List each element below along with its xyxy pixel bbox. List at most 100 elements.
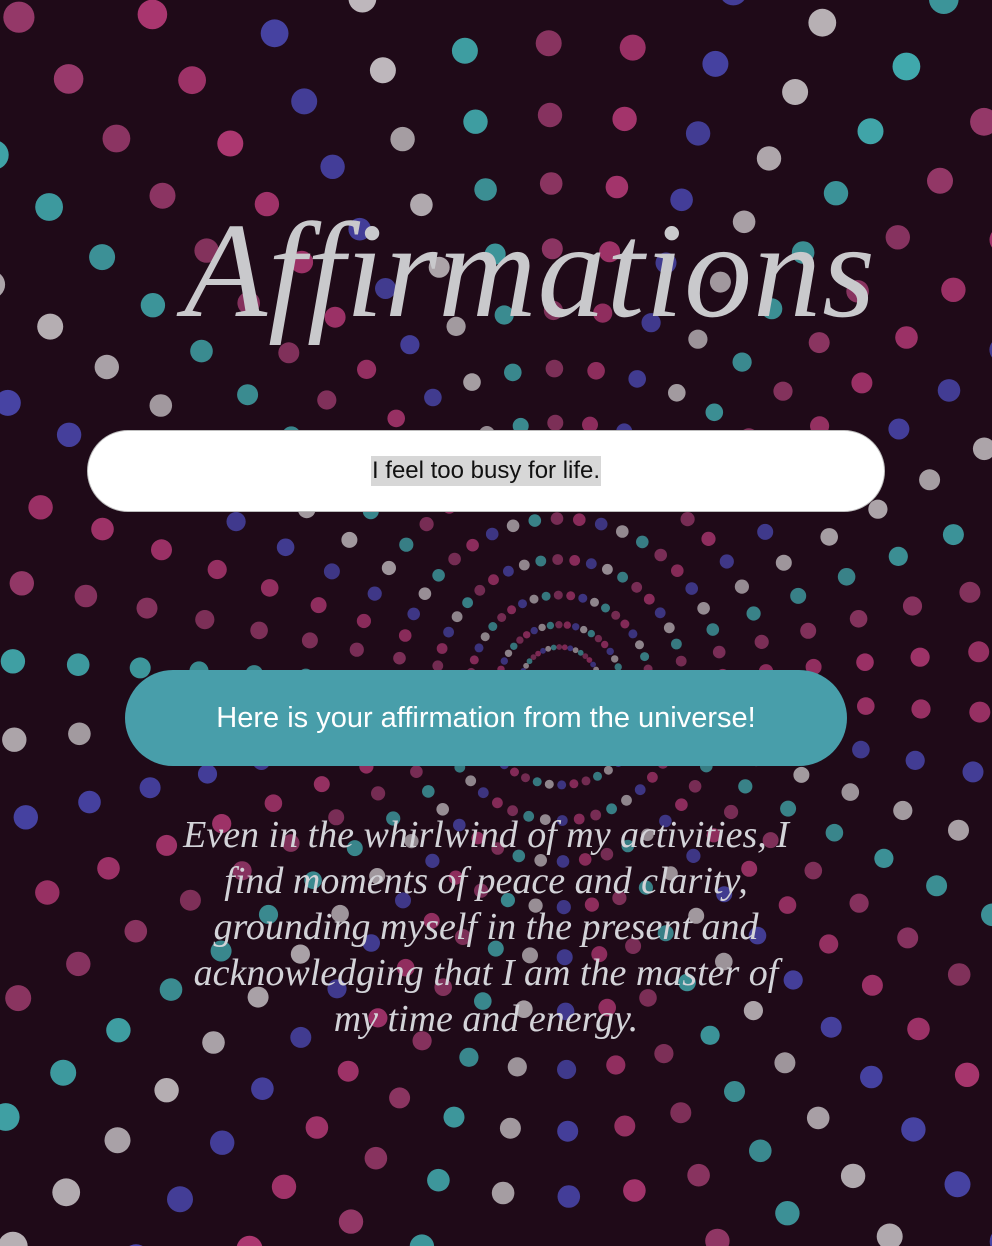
background-dot xyxy=(207,559,227,580)
background-dot xyxy=(734,579,750,594)
feeling-input[interactable]: I feel too busy for life. xyxy=(87,430,885,512)
background-dot xyxy=(535,650,541,657)
background-dot xyxy=(617,571,628,583)
background-dot xyxy=(573,513,586,526)
background-dot xyxy=(348,0,377,13)
background-dot xyxy=(970,107,992,136)
background-dot xyxy=(56,422,82,447)
background-dot xyxy=(841,783,860,801)
background-dot xyxy=(521,773,530,783)
background-dot xyxy=(28,495,53,520)
background-dot xyxy=(364,1146,388,1170)
background-dot xyxy=(276,538,295,557)
background-dot xyxy=(606,647,614,656)
background-dot xyxy=(291,88,318,115)
background-dot xyxy=(569,779,579,789)
background-dot xyxy=(151,539,172,561)
background-dot xyxy=(349,642,364,657)
background-dot xyxy=(969,701,991,723)
page-title: Affirmations xyxy=(183,196,877,346)
background-dot xyxy=(611,610,621,620)
background-dot xyxy=(852,740,870,759)
background-dot xyxy=(313,776,330,793)
background-dot xyxy=(671,564,684,577)
background-dot xyxy=(897,927,919,949)
background-dot xyxy=(443,626,454,638)
background-dot xyxy=(603,765,613,775)
background-dot xyxy=(697,602,710,615)
background-dot xyxy=(94,354,120,380)
background-dot xyxy=(654,607,666,619)
background-dot xyxy=(66,653,90,676)
background-dot xyxy=(888,546,908,567)
background-dot xyxy=(409,1234,435,1246)
background-dot xyxy=(944,1171,971,1198)
background-dot xyxy=(819,934,839,954)
background-dot xyxy=(820,528,838,546)
background-dot xyxy=(301,632,318,649)
background-dot xyxy=(614,1115,636,1137)
background-dot xyxy=(671,638,682,650)
background-dot xyxy=(393,651,406,665)
background-dot xyxy=(451,37,478,64)
background-dot xyxy=(545,645,552,652)
background-dot xyxy=(53,64,84,94)
background-dot xyxy=(557,1185,581,1208)
background-dot xyxy=(793,766,810,783)
background-dot xyxy=(0,1103,20,1131)
background-dot xyxy=(590,597,599,607)
background-dot xyxy=(860,1065,883,1089)
background-dot xyxy=(535,30,562,57)
background-dot xyxy=(337,1060,359,1082)
background-dot xyxy=(754,634,769,650)
background-dot xyxy=(910,647,930,667)
background-dot xyxy=(907,1017,930,1041)
background-dot xyxy=(775,1201,800,1226)
background-dot xyxy=(539,172,563,195)
background-dot xyxy=(580,625,588,634)
background-dot xyxy=(905,750,925,771)
background-dot xyxy=(594,634,603,643)
background-dot xyxy=(623,1179,646,1202)
get-affirmation-button[interactable]: Here is your affirmation from the univer… xyxy=(125,670,847,766)
background-dot xyxy=(488,574,499,586)
background-dot xyxy=(680,511,695,527)
background-dot xyxy=(902,596,923,616)
background-dot xyxy=(507,1057,527,1077)
background-dot xyxy=(968,641,990,663)
background-dot xyxy=(547,414,564,431)
background-dot xyxy=(782,79,809,105)
background-dot xyxy=(892,52,921,81)
background-dot xyxy=(702,50,729,77)
background-dot xyxy=(399,537,414,552)
background-dot xyxy=(611,655,619,663)
background-dot xyxy=(849,893,869,913)
background-dot xyxy=(3,1,35,33)
background-dot xyxy=(2,727,27,752)
background-dot xyxy=(670,1102,692,1124)
background-dot xyxy=(305,1116,329,1139)
background-dot xyxy=(593,771,602,781)
background-dot xyxy=(154,1078,179,1103)
background-dot xyxy=(719,554,734,569)
background-dot xyxy=(553,590,563,600)
background-dot xyxy=(545,359,564,378)
background-dot xyxy=(628,370,646,388)
background-dot xyxy=(705,1228,730,1246)
background-dot xyxy=(942,524,964,546)
background-dot xyxy=(959,581,981,603)
background-dot xyxy=(911,699,931,719)
background-dot xyxy=(893,800,913,821)
background-dot xyxy=(612,106,637,132)
background-dot xyxy=(636,535,649,549)
background-dot xyxy=(338,1209,364,1234)
background-dot xyxy=(136,597,158,619)
background-dot xyxy=(724,1081,745,1102)
background-dot xyxy=(825,823,844,842)
background-dot xyxy=(474,643,484,653)
background-dot xyxy=(540,647,546,654)
background-dot xyxy=(687,1163,710,1187)
background-dot xyxy=(856,653,874,671)
background-dot xyxy=(528,514,542,527)
background-dot xyxy=(926,875,948,897)
